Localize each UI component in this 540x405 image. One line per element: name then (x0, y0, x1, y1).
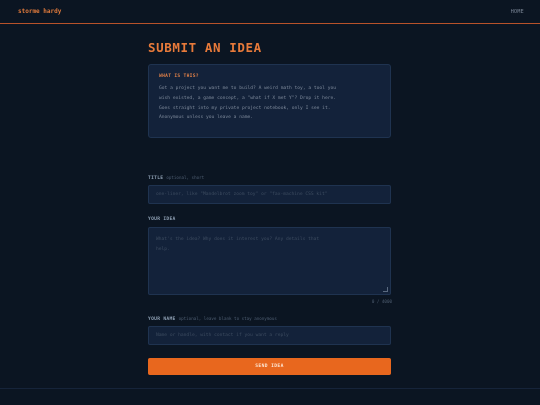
idea-field-label-row: YOUR IDEA (148, 216, 392, 223)
title-field-hint: optional, short (166, 175, 205, 180)
name-input[interactable]: Name or handle, with contact if you want… (148, 326, 391, 345)
character-counter: 0 / 4000 (371, 299, 392, 304)
info-box-body: Got a project you want me to build? A we… (159, 84, 380, 123)
idea-placeholder-line: What's the idea? Why does it interest yo… (156, 237, 320, 242)
send-idea-button[interactable]: SEND IDEA (148, 358, 391, 375)
page-title: SUBMIT AN IDEA (148, 40, 262, 55)
title-input-placeholder: one-liner, like "Mandelbrot zoom toy" or… (156, 192, 328, 197)
info-line: Goes straight into my private project no… (159, 105, 331, 111)
title-input[interactable]: one-liner, like "Mandelbrot zoom toy" or… (148, 185, 391, 204)
main-content: SUBMIT AN IDEA WHAT IS THIS? Got a proje… (148, 40, 392, 375)
idea-placeholder-line: help. (156, 246, 170, 252)
name-field-label-row: YOUR NAME optional, leave blank to stay a… (148, 315, 392, 322)
idea-textarea[interactable]: What's the idea? Why does it interest yo… (148, 227, 391, 295)
info-line: Got a project you want me to build? A we… (159, 86, 337, 91)
name-field-hint: optional, leave blank to stay anonymous (178, 316, 277, 321)
site-brand-link[interactable]: storme hardy (18, 8, 61, 15)
nav-home-link[interactable]: HOME (511, 9, 524, 15)
title-field-label: TITLE (148, 176, 164, 181)
info-box: WHAT IS THIS? Got a project you want me … (148, 64, 391, 138)
resize-handle-icon[interactable] (383, 287, 388, 292)
info-box-title: WHAT IS THIS? (159, 74, 199, 79)
name-field-label: YOUR NAME (148, 317, 176, 322)
name-input-placeholder: Name or handle, with contact if you want… (156, 333, 289, 338)
page-footer (0, 388, 540, 405)
top-navbar: storme hardy HOME (0, 0, 540, 24)
info-line: Anonymous unless you leave a name. (159, 115, 254, 121)
title-field-label-row: TITLE optional, short (148, 174, 392, 181)
info-line: wish existed, a game concept, a "what if… (159, 95, 337, 101)
idea-field-label: YOUR IDEA (148, 217, 176, 222)
